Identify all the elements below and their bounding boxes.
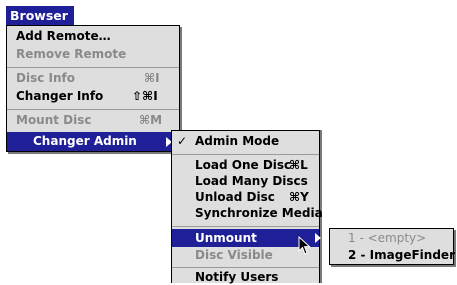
browser-menu: Add Remote… Remove Remote Disc Info ⌘I C… xyxy=(6,25,180,152)
menu-item-label: Disc Info xyxy=(16,71,75,85)
shortcut-label: ⌘I xyxy=(144,71,160,85)
menu-item-label: Load One Disc xyxy=(195,158,292,172)
changer-admin-submenu: ✓ Admin Mode Load One Disc ⌘L Load Many … xyxy=(171,130,323,284)
menu-item-load-one-disc[interactable]: Load One Disc ⌘L xyxy=(172,157,319,173)
menu-separator xyxy=(7,67,179,68)
menu-item-mount-disc[interactable]: Mount Disc ⌘M xyxy=(7,111,179,130)
menu-item-label: Load Many Discs xyxy=(195,174,308,188)
menu-item-label: 1 - <empty> xyxy=(348,231,427,245)
menu-item-label: Changer Admin xyxy=(33,134,137,148)
menu-item-disc-info[interactable]: Disc Info ⌘I xyxy=(7,69,179,88)
menu-separator xyxy=(7,109,179,110)
menu-item-label: Add Remote… xyxy=(16,29,111,43)
shortcut-label: ⌘Y xyxy=(289,190,309,204)
shortcut-label: ⌘M xyxy=(139,113,163,127)
menu-item-load-many-discs[interactable]: Load Many Discs xyxy=(172,173,319,189)
menu-item-admin-mode[interactable]: ✓ Admin Mode xyxy=(172,132,319,151)
mouse-pointer-icon xyxy=(298,236,311,255)
menu-item-label: Remove Remote xyxy=(16,47,127,61)
submenu-arrow-icon xyxy=(315,233,321,243)
menu-item-add-remote[interactable]: Add Remote… xyxy=(7,27,179,46)
menu-item-slot-1[interactable]: 1 - <empty> xyxy=(330,230,453,247)
browser-menu-title[interactable]: Browser xyxy=(6,6,74,25)
menu-item-remove-remote[interactable]: Remove Remote xyxy=(7,45,179,64)
menu-separator xyxy=(172,226,319,227)
menu-item-label: 2 - ImageFinder xyxy=(348,248,455,262)
menu-item-disc-visible[interactable]: Disc Visible xyxy=(172,247,319,264)
shortcut-label: ⌘L xyxy=(289,158,308,172)
menu-separator xyxy=(172,154,319,155)
menu-separator xyxy=(172,267,319,268)
checkmark-icon: ✓ xyxy=(177,134,188,148)
menu-item-label: Unmount xyxy=(195,231,257,245)
menu-item-label: Synchronize Media xyxy=(195,206,323,220)
menu-item-label: Admin Mode xyxy=(195,134,280,148)
menu-item-label: Changer Info xyxy=(16,89,104,103)
menu-item-synchronize-media[interactable]: Synchronize Media xyxy=(172,205,323,221)
menu-item-changer-info[interactable]: Changer Info ⇧⌘I xyxy=(7,87,179,106)
menu-item-unmount[interactable]: Unmount xyxy=(172,229,321,247)
unmount-submenu: 1 - <empty> 2 - ImageFinder xyxy=(329,228,455,265)
menu-item-label: Unload Disc xyxy=(195,190,275,204)
shortcut-label: ⇧⌘I xyxy=(132,89,158,103)
menu-item-changer-admin[interactable]: Changer Admin xyxy=(7,132,179,151)
menu-item-label: Disc Visible xyxy=(195,248,273,262)
menu-item-label: Mount Disc xyxy=(16,113,92,127)
menu-item-slot-2[interactable]: 2 - ImageFinder xyxy=(330,247,455,264)
menu-item-unload-disc[interactable]: Unload Disc ⌘Y xyxy=(172,189,319,205)
